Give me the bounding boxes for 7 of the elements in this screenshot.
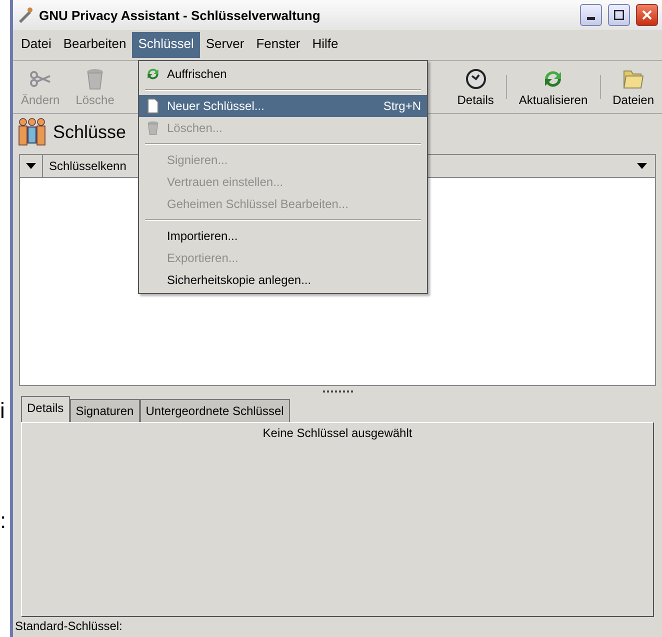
window-title: GNU Privacy Assistant - Schlüsselverwaltung xyxy=(39,8,322,22)
details-message: Keine Schlüssel ausgewählt xyxy=(262,426,412,440)
status-text: Standard-Schlüssel: xyxy=(15,619,122,633)
background-text: i xyxy=(0,398,5,424)
background-text: : xyxy=(0,508,6,534)
shortcut-label: Strg+N xyxy=(383,99,421,113)
keyring-heading: Schlüsse xyxy=(53,122,126,142)
